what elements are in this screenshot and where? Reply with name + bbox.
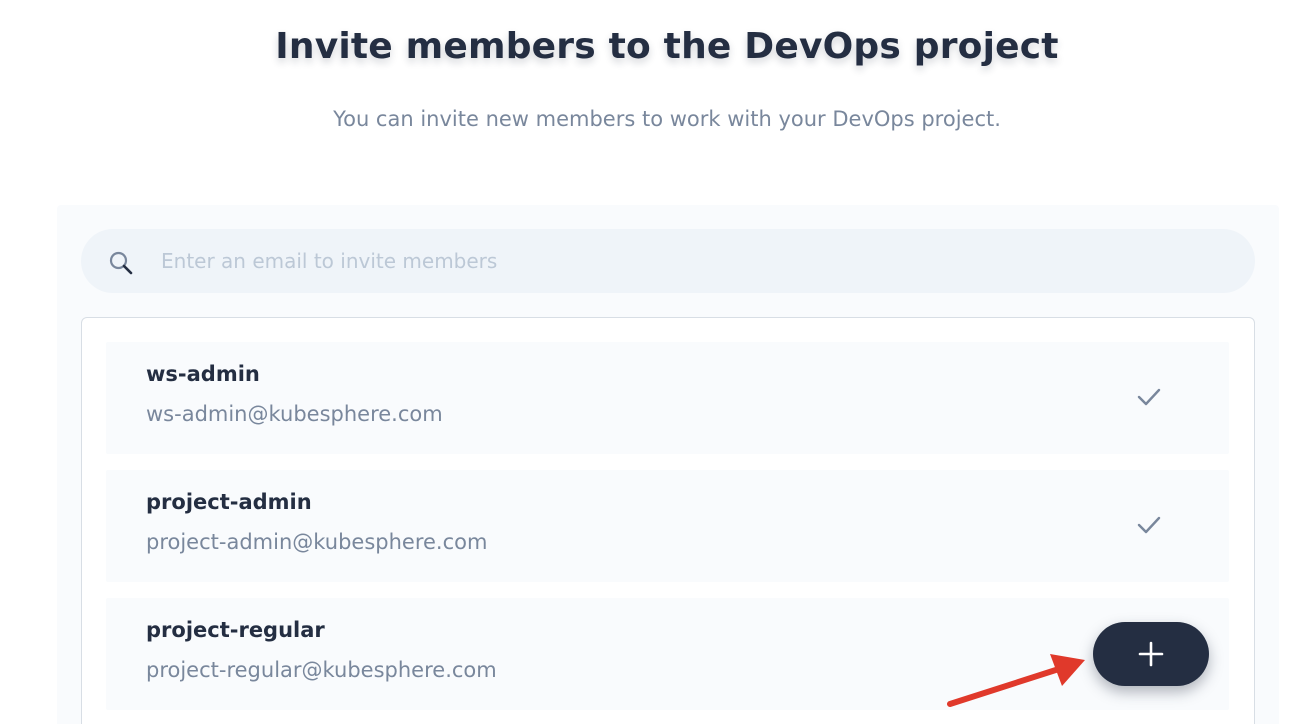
- list-item: project-admin project-admin@kubesphere.c…: [106, 470, 1229, 582]
- member-email: project-regular@kubesphere.com: [146, 658, 497, 682]
- invite-member-button[interactable]: [1093, 622, 1209, 686]
- search-icon: [109, 251, 133, 275]
- member-name: ws-admin: [146, 362, 260, 386]
- page-subtitle: You can invite new members to work with …: [333, 107, 1001, 131]
- annotation-arrow-icon: [947, 654, 1085, 707]
- search-bar: [81, 229, 1255, 293]
- member-name: project-admin: [146, 490, 312, 514]
- search-input[interactable]: [161, 229, 1221, 293]
- invite-members-page: Invite members to the DevOps project You…: [0, 0, 1300, 724]
- member-email: project-admin@kubesphere.com: [146, 530, 488, 554]
- plus-icon: [1138, 641, 1164, 667]
- page-title: Invite members to the DevOps project: [275, 26, 1059, 67]
- check-icon: [1137, 388, 1161, 406]
- invite-panel: ws-admin ws-admin@kubesphere.com project…: [57, 205, 1279, 724]
- check-icon: [1137, 516, 1161, 534]
- member-name: project-regular: [146, 618, 325, 642]
- member-email: ws-admin@kubesphere.com: [146, 402, 443, 426]
- list-item: ws-admin ws-admin@kubesphere.com: [106, 342, 1229, 454]
